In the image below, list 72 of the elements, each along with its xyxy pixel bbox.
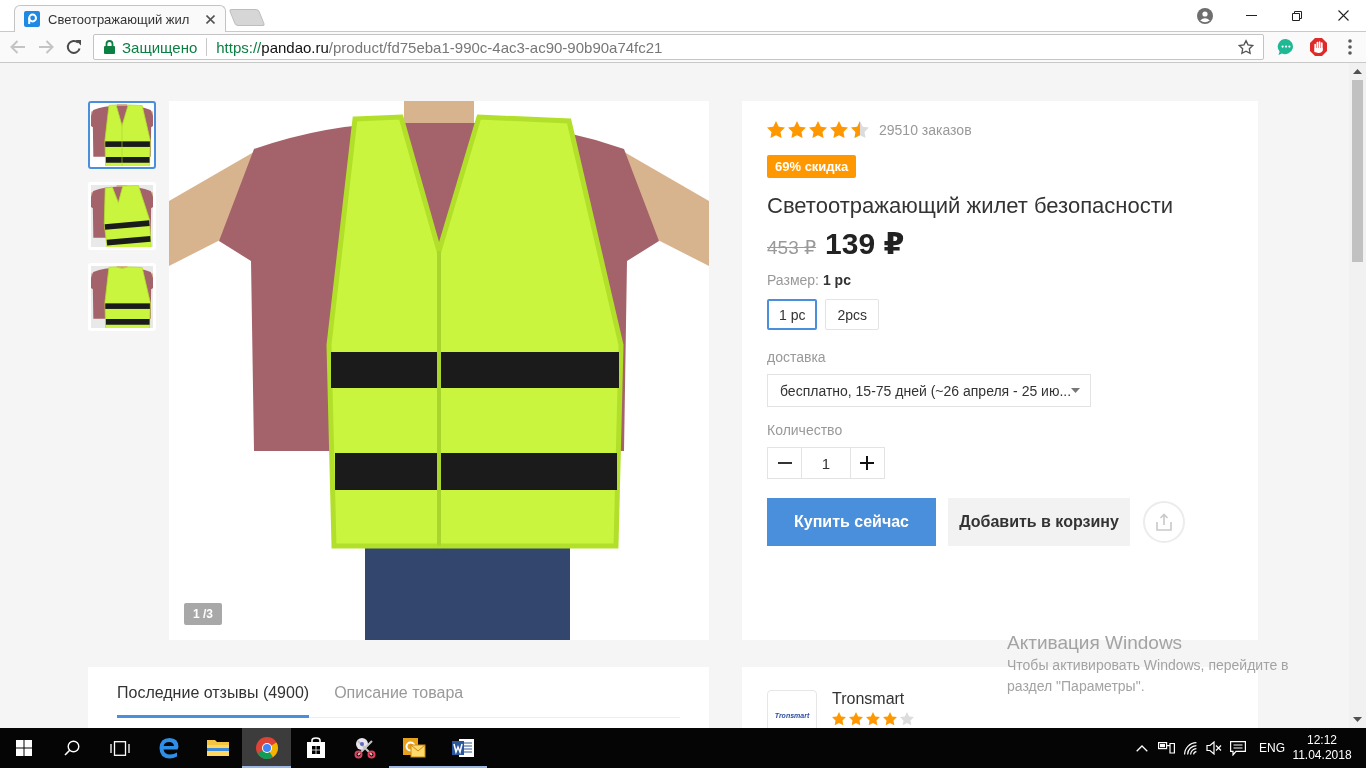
star-icon [866, 712, 880, 726]
thumbnail[interactable] [88, 101, 156, 169]
restore-icon[interactable] [1292, 10, 1302, 21]
star-icon [788, 121, 806, 139]
address-field[interactable]: Защищено https://pandao.ru/product/fd75eba1-990c-4ac3-ac90-90b90a74fc21 [93, 34, 1264, 60]
url-text: https://pandao.ru/product/fd75eba1-990c-4ac3-ac90-90b90a74fc21 [216, 38, 663, 56]
browser-tab[interactable]: Светоотражающий жил [14, 5, 226, 32]
document-icon [450, 736, 475, 760]
language-indicator[interactable]: ENG [1254, 741, 1290, 755]
security-status: Защищено [122, 38, 198, 56]
activation-title: Активация Windows [1007, 631, 1184, 655]
star-icon [832, 712, 846, 726]
reload-icon[interactable] [66, 39, 82, 55]
price: 139 ₽ [825, 226, 905, 262]
scissors-icon [352, 736, 377, 760]
delivery-label: доставка [767, 348, 827, 366]
star-icon [849, 712, 863, 726]
window-panes-icon[interactable] [16, 740, 32, 756]
activation-text: Чтобы активировать Windows, перейдите в раздел "Параметры". [1007, 656, 1290, 696]
empty-star-icon [900, 712, 914, 726]
bookmark-star-icon[interactable] [1238, 39, 1254, 55]
site-logo-icon [24, 11, 40, 27]
close-icon[interactable] [206, 14, 215, 24]
seller-name[interactable]: Tronsmart [832, 690, 914, 708]
search-icon[interactable] [64, 740, 80, 756]
quantity-label: Количество [767, 421, 844, 439]
wifi-icon[interactable] [1183, 741, 1197, 755]
taskbar-button[interactable] [242, 728, 291, 768]
size-option[interactable]: 2pcs [825, 299, 880, 330]
discount-badge: 69% скидка [767, 155, 857, 178]
power-plug-icon[interactable] [1157, 742, 1175, 754]
caret-down-icon [1071, 388, 1081, 393]
image-counter: 1 /3 [184, 603, 222, 625]
product-title: Светоотражающий жилет безопасности [767, 192, 1175, 220]
menu-icon[interactable] [1348, 39, 1352, 55]
lock-icon [104, 40, 115, 54]
size-label: Размер: 1 pc [767, 271, 852, 289]
delivery-select[interactable]: бесплатно, 15-75 дней (~26 апреля - 25 ию... [767, 374, 1091, 407]
vest-drawing [91, 266, 153, 328]
stop-hand-icon[interactable] [1309, 38, 1327, 56]
star-icon [767, 121, 785, 139]
star-icon [883, 712, 897, 726]
scroll-thumb[interactable] [1352, 80, 1363, 262]
vest-drawing [91, 104, 153, 166]
share-icon [1156, 513, 1172, 531]
minimize-icon[interactable] [1245, 15, 1257, 16]
speaker-icon[interactable] [1206, 741, 1222, 755]
old-price: 453 ₽ [767, 236, 817, 259]
half-star-icon [851, 121, 869, 139]
order-count: 29510 заказов [879, 122, 972, 138]
stacked-windows-icon[interactable] [110, 740, 130, 756]
close-icon[interactable] [1337, 10, 1349, 21]
account-icon[interactable] [1197, 7, 1213, 24]
plus-icon [860, 456, 875, 470]
vest-drawing [91, 185, 153, 247]
content-tab[interactable]: Последние отзывы (4900) [117, 667, 310, 718]
scroll-down-icon[interactable] [1353, 717, 1362, 722]
clock-date[interactable]: 11.04.2018 [1292, 748, 1352, 763]
envelope-icon [401, 736, 426, 760]
clock-time[interactable]: 12:12 [1307, 733, 1337, 748]
add-to-cart-button[interactable]: Добавить в корзину [948, 498, 1130, 546]
caret-up-icon[interactable] [1136, 744, 1148, 752]
scrollbar[interactable] [1349, 63, 1366, 728]
circle-logo-icon [254, 736, 279, 760]
thumbnail[interactable] [88, 182, 156, 250]
thumbnail[interactable] [88, 263, 156, 331]
size-option[interactable]: 1 pc [767, 299, 818, 330]
message-icon[interactable] [1230, 740, 1246, 756]
star-icon [830, 121, 848, 139]
star-icon [809, 121, 827, 139]
scroll-up-icon[interactable] [1353, 69, 1362, 74]
minus-icon [777, 462, 792, 464]
